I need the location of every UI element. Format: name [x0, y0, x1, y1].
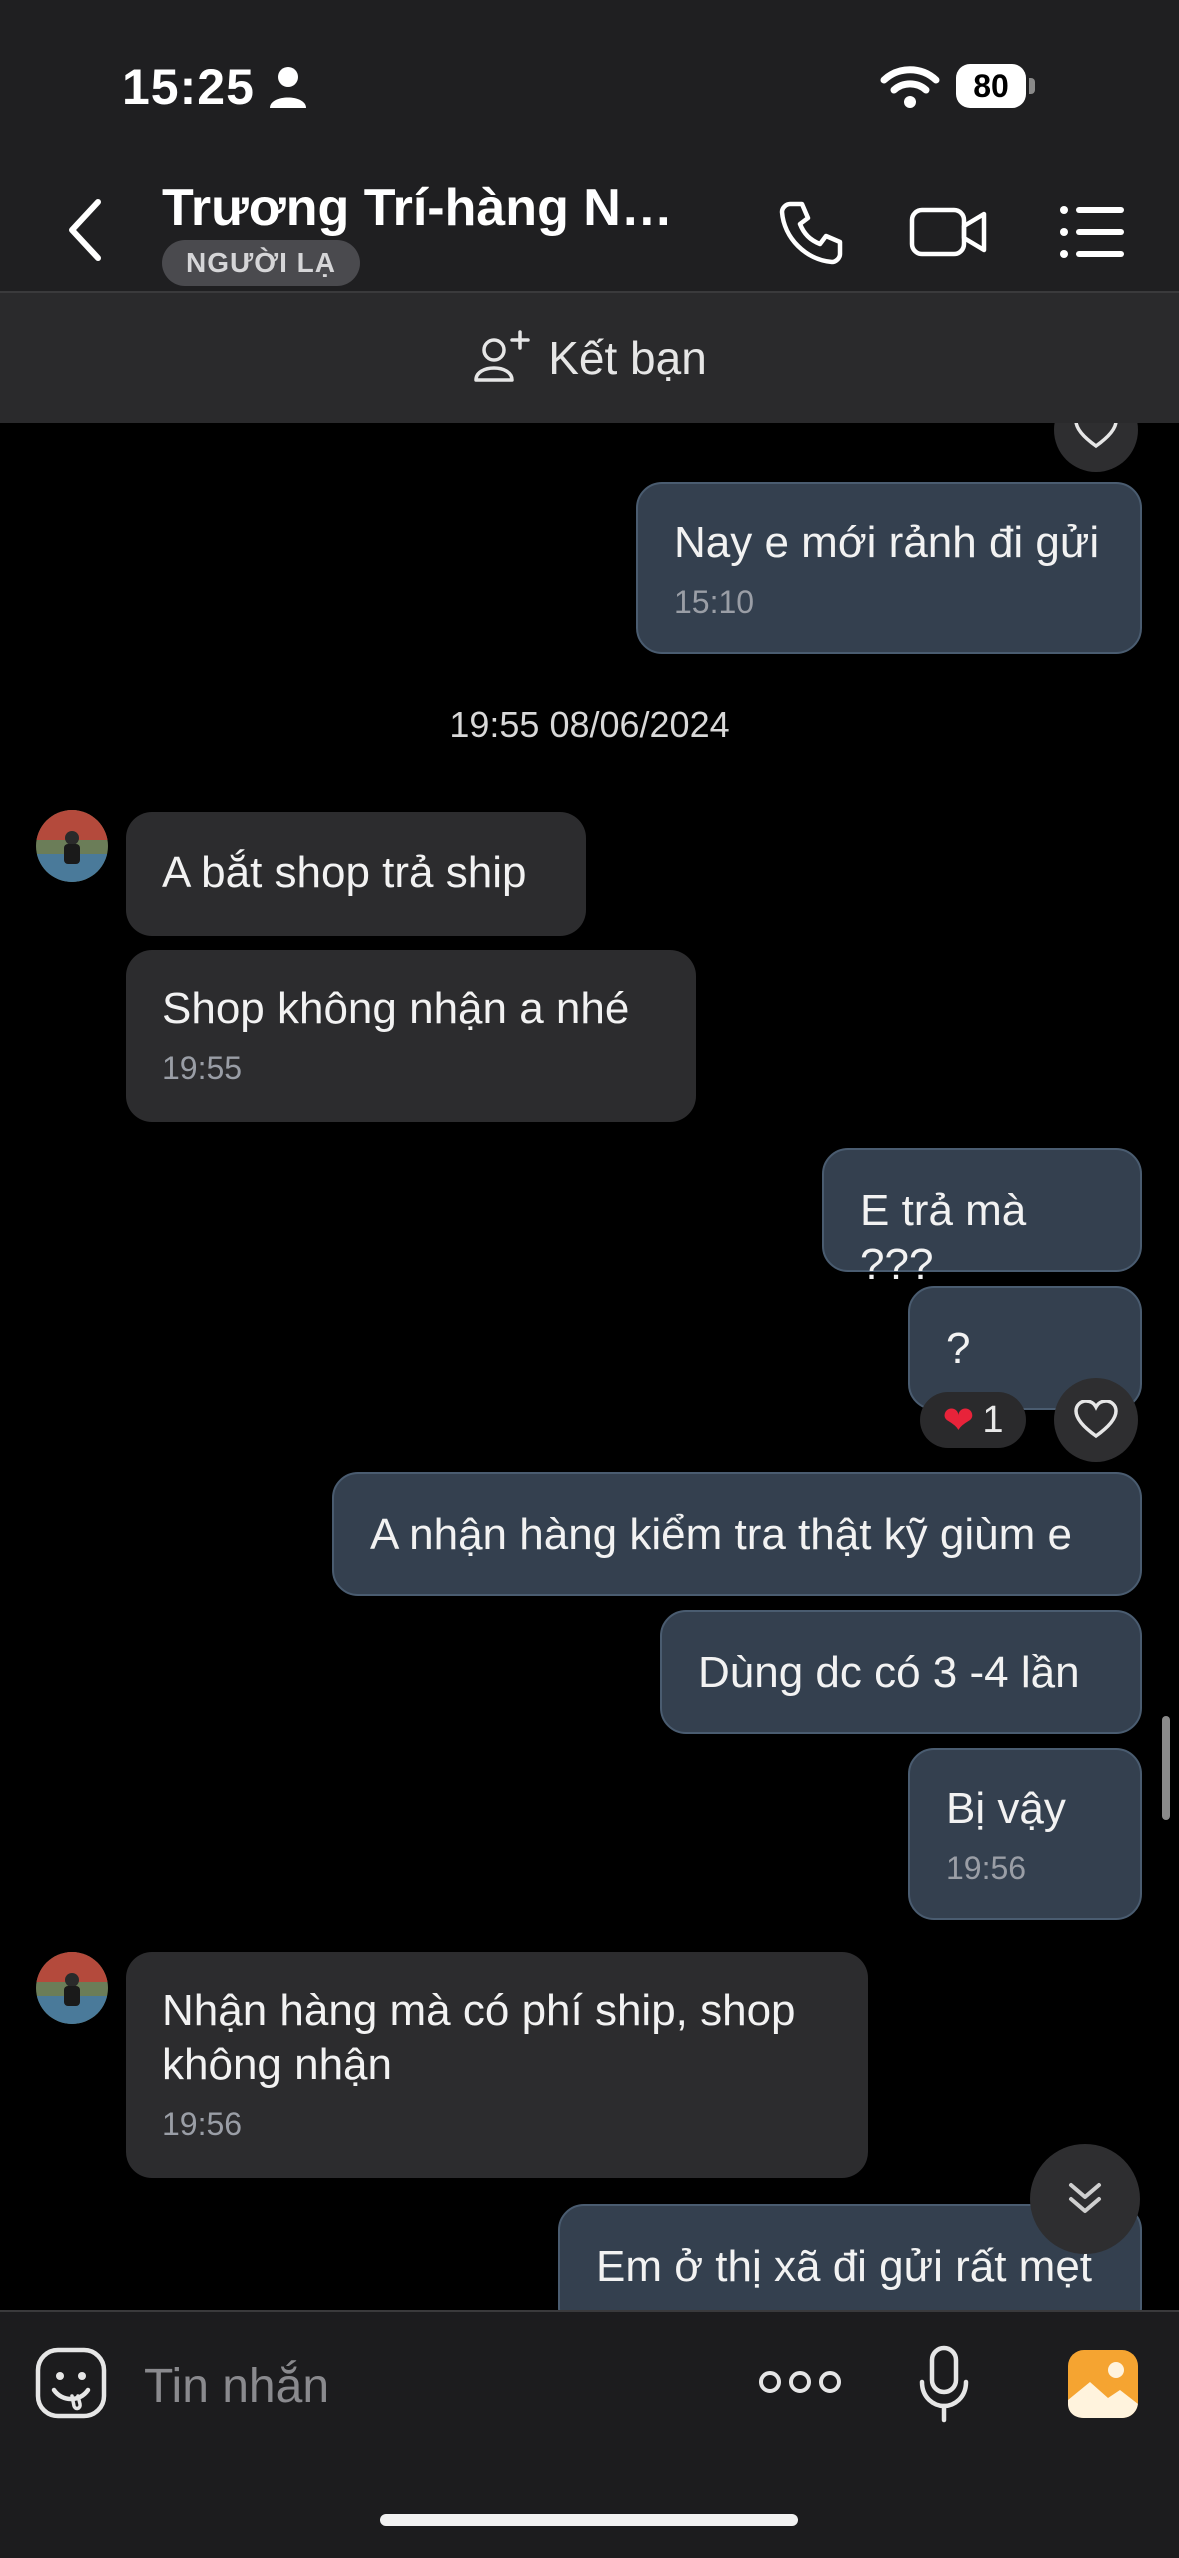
back-chevron-icon[interactable]	[58, 190, 118, 270]
person-icon	[270, 67, 306, 108]
message-bubble[interactable]: A bắt shop trả ship	[126, 812, 586, 936]
message-bubble[interactable]: Nay e mới rảnh đi gửi 15:10	[636, 482, 1142, 654]
avatar[interactable]	[36, 810, 108, 882]
home-indicator	[380, 2514, 798, 2526]
message-bubble[interactable]: Bị vậy 19:56	[908, 1748, 1142, 1920]
menu-list-icon[interactable]	[1056, 196, 1128, 268]
heart-reaction-icon: ❤	[942, 1399, 975, 1442]
message-time: 19:56	[162, 2106, 243, 2142]
contact-name[interactable]: Trương Trí-hàng Nội...	[162, 178, 702, 238]
more-options-icon[interactable]	[758, 2360, 842, 2404]
wifi-icon	[880, 66, 940, 108]
message-bubble[interactable]: Shop không nhận a nhé 19:55	[126, 950, 696, 1122]
message-input[interactable]	[142, 2350, 646, 2422]
scroll-to-bottom-button[interactable]	[1030, 2144, 1140, 2254]
message-text: Em ở thị xã đi gửi rất mẹt	[596, 2242, 1093, 2291]
message-text: Bị vậy	[946, 1784, 1066, 1833]
microphone-icon[interactable]	[916, 2344, 972, 2424]
message-text: A bắt shop trả ship	[162, 848, 527, 897]
message-text: E trả mà ???	[860, 1186, 1027, 1289]
stranger-badge: NGƯỜI LẠ	[162, 240, 360, 286]
battery-indicator: 80	[956, 64, 1036, 108]
phone-icon[interactable]	[776, 196, 848, 268]
avatar[interactable]	[36, 1952, 108, 2024]
message-text: Nay e mới rảnh đi gửi	[674, 518, 1100, 567]
heart-react-button[interactable]	[1054, 1378, 1138, 1462]
add-friend-bar[interactable]: Kết bạn	[0, 293, 1179, 423]
battery-level: 80	[956, 64, 1026, 108]
message-bubble[interactable]: A nhận hàng kiểm tra thật kỹ giùm e	[332, 1472, 1142, 1596]
add-friend-icon	[474, 330, 530, 382]
double-chevron-down-icon	[1069, 2183, 1101, 2213]
image-gallery-icon[interactable]	[1066, 2348, 1140, 2420]
friend-bar-overlap	[1040, 293, 1179, 423]
message-bubble[interactable]: Dùng dc có 3 -4 lần	[660, 1610, 1142, 1734]
video-call-icon[interactable]	[908, 196, 988, 268]
message-text: Dùng dc có 3 -4 lần	[698, 1648, 1080, 1697]
heart-icon	[1074, 1400, 1118, 1439]
scrollbar[interactable]	[1162, 1716, 1170, 1820]
message-text: ?	[946, 1324, 971, 1373]
message-bubble[interactable]: E trả mà ???	[822, 1148, 1142, 1289]
message-text: A nhận hàng kiểm tra thật kỹ giùm e	[370, 1510, 1072, 1559]
message-text: Shop không nhận a nhé	[162, 984, 630, 1033]
message-time: 15:10	[674, 584, 755, 620]
add-friend-label: Kết bạn	[548, 332, 707, 384]
date-separator: 19:55 08/06/2024	[449, 704, 730, 745]
message-bubble[interactable]: Nhận hàng mà có phí ship, shop không nhậ…	[126, 1952, 868, 2178]
sticker-emoji-icon[interactable]	[34, 2346, 108, 2420]
message-time: 19:56	[946, 1850, 1027, 1886]
message-time: 19:55	[162, 1050, 243, 1086]
reaction-badge[interactable]: ❤ 1	[920, 1392, 1026, 1448]
status-time: 15:25	[122, 59, 255, 115]
message-text: Nhận hàng mà có phí ship, shop không nhậ…	[162, 1986, 796, 2089]
reaction-count: 1	[982, 1398, 1004, 1441]
